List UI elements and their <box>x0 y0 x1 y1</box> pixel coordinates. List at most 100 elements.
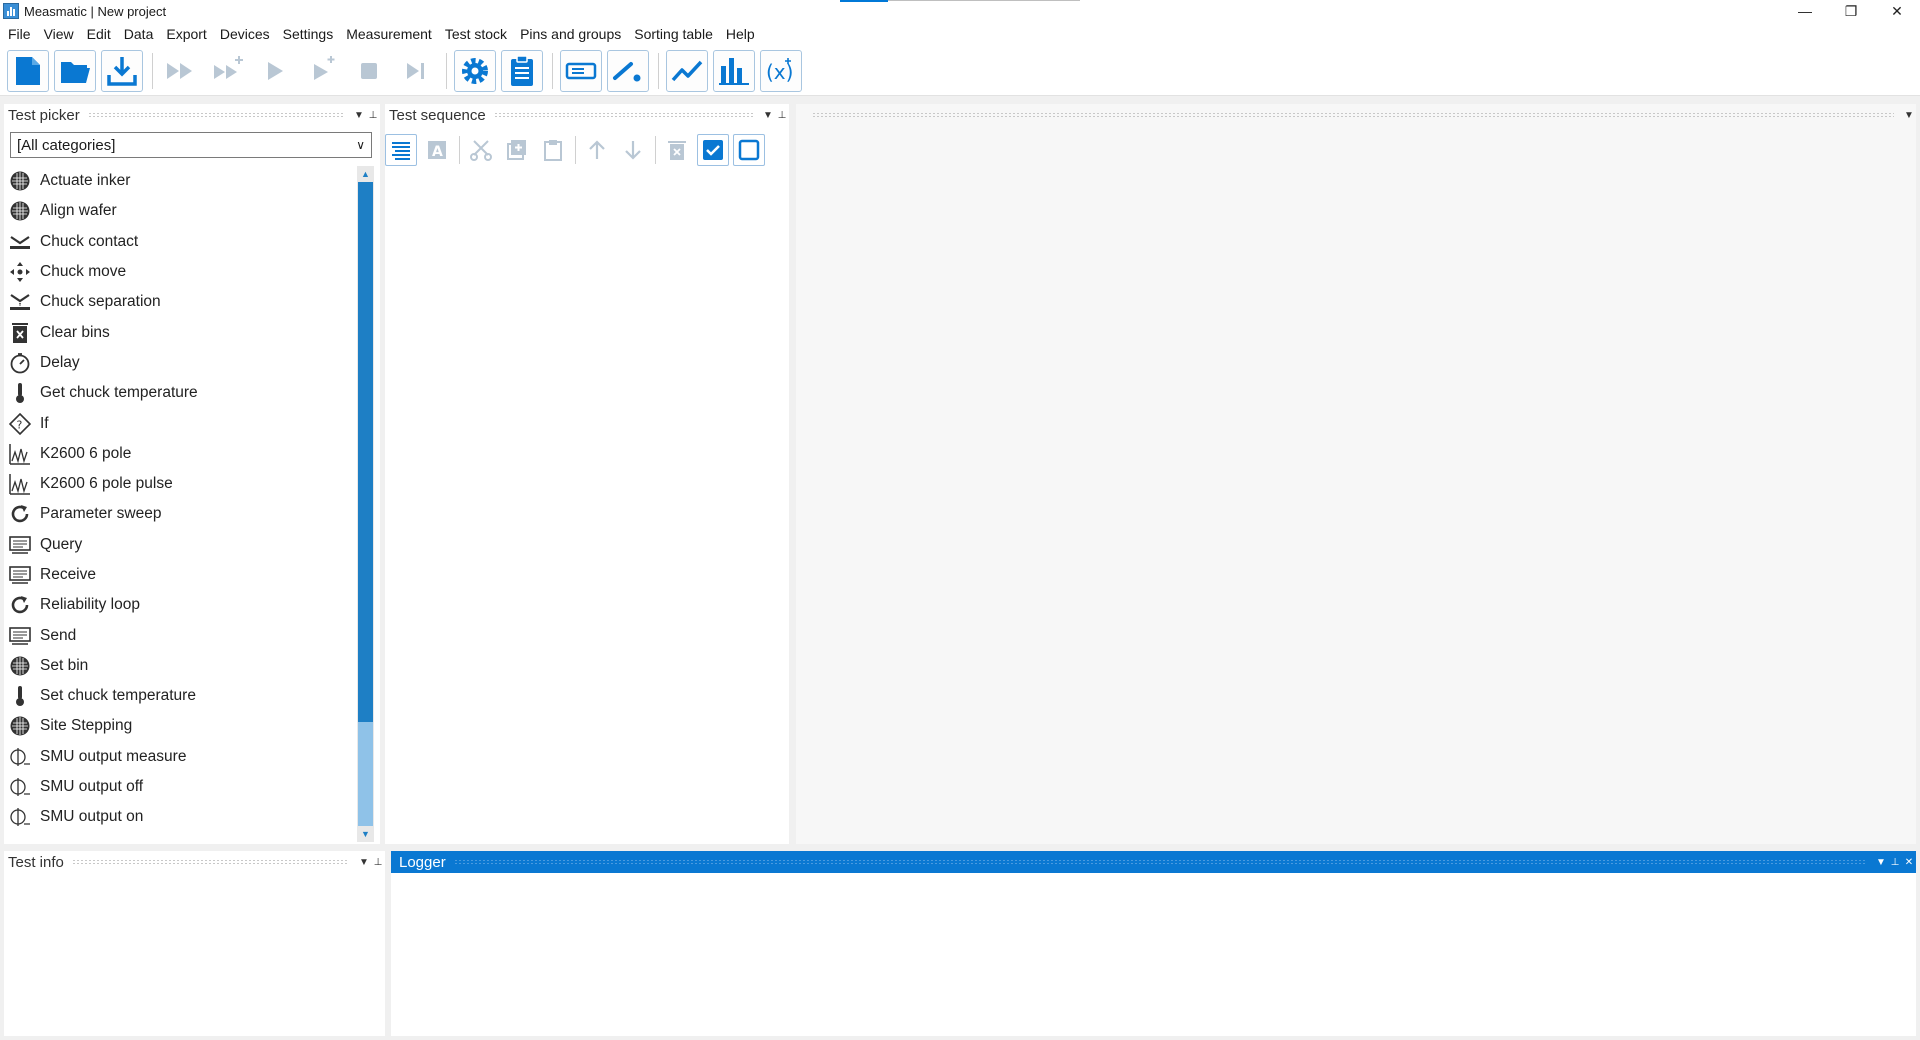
menu-view[interactable]: View <box>39 22 79 46</box>
formula-button[interactable]: (x) <box>760 49 802 92</box>
pin-icon[interactable]: ⊥ <box>775 110 789 121</box>
device-button[interactable] <box>560 49 602 92</box>
menu-sorting-table[interactable]: Sorting table <box>629 22 718 46</box>
cut-button[interactable] <box>465 134 497 166</box>
scrollbar-track[interactable] <box>358 722 373 826</box>
chevron-down-icon: ∨ <box>356 138 365 152</box>
bar-chart-button[interactable] <box>713 49 755 92</box>
list-item[interactable]: Set bin <box>8 651 354 681</box>
play-button[interactable] <box>254 50 296 92</box>
bar-chart-icon <box>719 57 749 85</box>
list-item[interactable]: ? If <box>8 408 354 438</box>
scrollbar-thumb[interactable] <box>358 182 373 722</box>
menu-file[interactable]: File <box>3 22 36 46</box>
close-button[interactable]: ✕ <box>1874 0 1920 22</box>
menu-help[interactable]: Help <box>721 22 760 46</box>
menu-test-stock[interactable]: Test stock <box>440 22 512 46</box>
list-item[interactable]: K2600 6 pole pulse <box>8 469 354 499</box>
run-all-plus-button[interactable] <box>207 50 249 92</box>
pin-icon[interactable]: ⊥ <box>371 857 385 868</box>
list-item[interactable]: Chuck contact <box>8 227 354 257</box>
toolbar-separator <box>459 136 460 164</box>
duplicate-icon <box>507 140 526 160</box>
terminal-icon <box>8 533 32 557</box>
scroll-up-icon[interactable]: ▲ <box>357 166 374 182</box>
list-item[interactable]: Actuate inker <box>8 166 354 196</box>
panel-grip[interactable] <box>493 112 753 118</box>
list-item-label: Reliability loop <box>40 596 140 614</box>
line-chart-button[interactable] <box>666 49 708 92</box>
settings-button[interactable] <box>454 49 496 92</box>
pin-icon[interactable]: ⊥ <box>1888 857 1902 868</box>
list-item-label: Chuck contact <box>40 232 139 250</box>
loop-icon <box>8 502 32 526</box>
check-all-button[interactable] <box>697 134 729 166</box>
list-item[interactable]: Align wafer <box>8 196 354 226</box>
dropdown-icon[interactable]: ▼ <box>357 857 371 868</box>
probe-button[interactable] <box>607 49 649 92</box>
dropdown-icon[interactable]: ▼ <box>1874 857 1888 868</box>
test-list-scrollbar[interactable]: ▲ ▼ <box>357 166 374 842</box>
panel-grip[interactable] <box>87 112 344 118</box>
run-all-button[interactable] <box>160 50 202 92</box>
panel-grip[interactable] <box>812 112 1894 118</box>
delete-button[interactable] <box>661 134 693 166</box>
list-item[interactable]: Receive <box>8 560 354 590</box>
minimize-button[interactable]: — <box>1782 0 1828 22</box>
pin-icon[interactable]: ⊥ <box>366 110 380 121</box>
new-project-button[interactable] <box>7 49 49 92</box>
list-item[interactable]: Send <box>8 620 354 650</box>
list-item[interactable]: Parameter sweep <box>8 499 354 529</box>
list-item-label: SMU output on <box>40 808 144 826</box>
panel-grip[interactable] <box>71 859 349 865</box>
play-step-button[interactable] <box>301 50 343 92</box>
menu-export[interactable]: Export <box>161 22 211 46</box>
list-item-label: K2600 6 pole <box>40 444 132 462</box>
list-button[interactable] <box>385 134 417 166</box>
dropdown-icon[interactable]: ▼ <box>352 110 366 121</box>
restore-button[interactable]: ❐ <box>1828 0 1874 22</box>
list-item[interactable]: SMU output measure <box>8 742 354 772</box>
list-item[interactable]: SMU output on <box>8 802 354 832</box>
list-item[interactable]: SMU output off <box>8 772 354 802</box>
uncheck-all-button[interactable] <box>733 134 765 166</box>
scroll-down-icon[interactable]: ▼ <box>357 826 374 842</box>
list-item[interactable]: K2600 6 pole <box>8 439 354 469</box>
list-item[interactable]: Chuck separation <box>8 287 354 317</box>
list-item[interactable]: Chuck move <box>8 257 354 287</box>
panel-grip[interactable] <box>453 859 1866 865</box>
menu-edit[interactable]: Edit <box>82 22 116 46</box>
move-arrows-icon <box>8 260 32 284</box>
save-project-button[interactable] <box>101 49 143 92</box>
menu-pins-and-groups[interactable]: Pins and groups <box>515 22 626 46</box>
paste-button[interactable] <box>537 134 569 166</box>
menu-data[interactable]: Data <box>119 22 159 46</box>
thermometer-icon <box>8 684 32 708</box>
open-project-button[interactable] <box>54 49 96 92</box>
list-item[interactable]: Clear bins <box>8 317 354 347</box>
rename-button[interactable]: A <box>421 134 453 166</box>
list-item[interactable]: Set chuck temperature <box>8 681 354 711</box>
dropdown-icon[interactable]: ▼ <box>1902 110 1916 121</box>
list-item[interactable]: Delay <box>8 348 354 378</box>
toolbar-separator <box>552 52 553 89</box>
list-item[interactable]: Site Stepping <box>8 711 354 741</box>
list-item[interactable]: Get chuck temperature <box>8 378 354 408</box>
menu-settings[interactable]: Settings <box>278 22 339 46</box>
move-up-button[interactable] <box>581 134 613 166</box>
logger-title: Logger <box>399 853 446 871</box>
skip-to-end-button[interactable] <box>395 50 437 92</box>
menu-measurement[interactable]: Measurement <box>341 22 437 46</box>
close-icon[interactable]: ✕ <box>1902 857 1916 868</box>
category-select[interactable]: [All categories] ∨ <box>10 132 372 158</box>
menu-devices[interactable]: Devices <box>215 22 275 46</box>
dropdown-icon[interactable]: ▼ <box>761 110 775 121</box>
list-item[interactable]: Query <box>8 530 354 560</box>
app-logo-icon <box>3 3 19 19</box>
duplicate-button[interactable] <box>501 134 533 166</box>
move-down-button[interactable] <box>617 134 649 166</box>
list-item[interactable]: Reliability loop <box>8 590 354 620</box>
stop-button[interactable] <box>348 50 390 92</box>
test-info-panel: Test info ▼ ⊥ <box>4 851 385 1036</box>
clipboard-button[interactable] <box>501 49 543 92</box>
